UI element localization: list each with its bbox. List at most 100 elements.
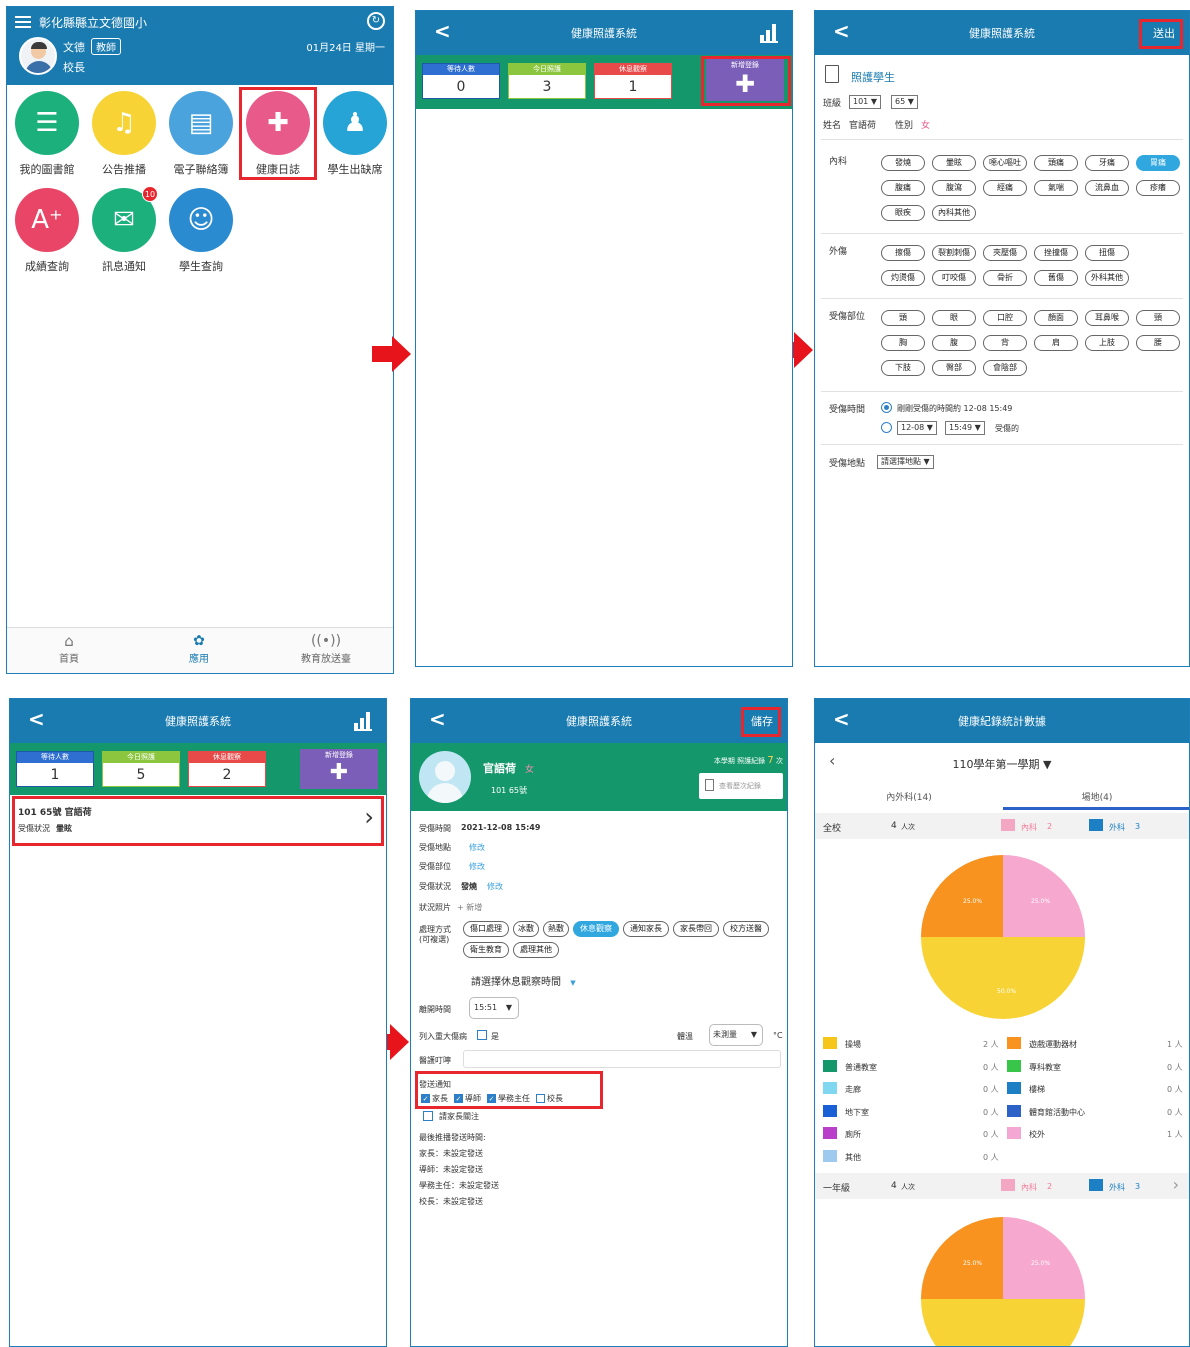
parent-note-checkbox[interactable] <box>423 1111 433 1121</box>
sync-icon[interactable]: ↻ <box>367 12 385 30</box>
notify-checkbox[interactable]: ✓ <box>454 1094 463 1103</box>
edit-link[interactable]: 修改 <box>469 842 485 853</box>
place-select[interactable]: 請選擇地點 ▼ <box>877 455 934 469</box>
app-tile[interactable]: ☺ 學生查詢 <box>167 188 235 276</box>
treatment-chip[interactable]: 校方送醫 <box>723 921 769 937</box>
option-chip[interactable]: 裂割刺傷 <box>932 245 976 261</box>
add-photo-button[interactable]: + 新增 <box>457 902 482 913</box>
nav-home[interactable]: ⌂ 首頁 <box>49 632 89 665</box>
option-chip[interactable]: 頸 <box>1136 310 1180 326</box>
app-tile[interactable]: ✉ 10 訊息通知 <box>90 186 158 276</box>
option-chip[interactable]: 外科其他 <box>1085 270 1129 286</box>
option-chip[interactable]: 胸 <box>881 335 925 351</box>
class-select[interactable]: 101 ▼ <box>849 95 881 109</box>
treatment-chip[interactable]: 通知家長 <box>623 921 669 937</box>
option-chip[interactable]: 上肢 <box>1085 335 1129 351</box>
option-chip[interactable]: 疹癢 <box>1136 180 1180 196</box>
time-hour-select[interactable]: 15:49 ▼ <box>945 421 985 435</box>
app-tile[interactable]: ✚ 健康日誌 <box>244 91 312 179</box>
option-chip[interactable]: 噁心嘔吐 <box>983 155 1027 171</box>
chart-icon[interactable] <box>354 711 372 731</box>
stat-resting[interactable]: 休息觀察 2 <box>188 751 266 787</box>
app-tile[interactable]: ▤ 電子聯絡簿 <box>167 91 235 179</box>
option-chip[interactable]: 擦傷 <box>881 245 925 261</box>
stat-waiting[interactable]: 等待人數 0 <box>422 63 500 99</box>
history-button[interactable]: 查看歷次紀錄 <box>699 773 783 799</box>
edit-link[interactable]: 修改 <box>487 881 503 892</box>
submit-button[interactable]: 送出 <box>1153 25 1175 41</box>
treatment-chip[interactable]: 休息觀察 <box>573 921 619 937</box>
notify-checkbox[interactable] <box>536 1094 545 1103</box>
stat-today[interactable]: 今日照護 3 <box>508 63 586 99</box>
time-date-select[interactable]: 12-08 ▼ <box>897 421 937 435</box>
option-chip[interactable]: 口腔 <box>983 310 1027 326</box>
add-entry-button[interactable]: 新增登錄 ✚ <box>300 749 378 789</box>
option-chip[interactable]: 舊傷 <box>1034 270 1078 286</box>
treatment-chip[interactable]: 傷口處理 <box>463 921 509 937</box>
add-entry-button[interactable]: 新增登錄 ✚ <box>706 59 784 101</box>
observe-prompt[interactable]: 請選擇休息觀察時間 ▼ <box>471 973 576 988</box>
option-chip[interactable]: 灼燙傷 <box>881 270 925 286</box>
edit-link[interactable]: 修改 <box>469 861 485 872</box>
option-chip[interactable]: 肩 <box>1034 335 1078 351</box>
app-tile[interactable]: A⁺ 成績查詢 <box>13 188 81 276</box>
time-radio-now[interactable] <box>881 402 892 413</box>
option-chip[interactable]: 背 <box>983 335 1027 351</box>
tab-place[interactable]: 場地(4) <box>1003 790 1189 803</box>
time-radio-custom[interactable] <box>881 422 892 433</box>
treatment-chip[interactable]: 衛生教育 <box>463 942 509 958</box>
option-chip[interactable]: 叮咬傷 <box>932 270 976 286</box>
notify-checkbox[interactable]: ✓ <box>421 1094 430 1103</box>
app-tile[interactable]: ♟ 學生出缺席 <box>321 91 389 179</box>
option-chip[interactable]: 暈眩 <box>932 155 976 171</box>
option-chip[interactable]: 挫撞傷 <box>1034 245 1078 261</box>
seat-select[interactable]: 65 ▼ <box>891 95 918 109</box>
list-item[interactable]: 101 65號 官語荷 受傷狀況 暈眩 › <box>14 799 382 843</box>
option-chip[interactable]: 頭 <box>881 310 925 326</box>
option-chip[interactable]: 流鼻血 <box>1085 180 1129 196</box>
grade-row[interactable]: 一年級 4 人次 內科 2 外科 3 › <box>815 1173 1189 1199</box>
notify-checkbox[interactable]: ✓ <box>487 1094 496 1103</box>
nav-broadcast[interactable]: ((•)) 教育放送臺 <box>291 632 361 665</box>
option-chip[interactable]: 夾壓傷 <box>983 245 1027 261</box>
option-chip[interactable]: 骨折 <box>983 270 1027 286</box>
option-chip[interactable]: 腰 <box>1136 335 1180 351</box>
option-chip[interactable]: 腹痛 <box>881 180 925 196</box>
treatment-chip[interactable]: 熱敷 <box>543 921 569 937</box>
option-chip[interactable]: 頭痛 <box>1034 155 1078 171</box>
stat-today[interactable]: 今日照護 5 <box>102 751 180 787</box>
app-tile[interactable]: ♫ 公告推播 <box>90 91 158 179</box>
treatment-chip[interactable]: 冰敷 <box>513 921 539 937</box>
app-tile[interactable]: ☰ 我的圖書館 <box>13 91 81 179</box>
note-input[interactable] <box>463 1050 781 1068</box>
temp-select[interactable]: 未測量 ▼ <box>709 1024 763 1046</box>
option-chip[interactable]: 經痛 <box>983 180 1027 196</box>
semester-select[interactable]: 110學年第一學期 ▼ <box>815 756 1189 772</box>
treatment-chip[interactable]: 處理其他 <box>513 942 559 958</box>
option-chip[interactable]: 牙痛 <box>1085 155 1129 171</box>
option-chip[interactable]: 扭傷 <box>1085 245 1129 261</box>
option-chip[interactable]: 發燒 <box>881 155 925 171</box>
option-chip[interactable]: 胃痛 <box>1136 155 1180 171</box>
option-chip[interactable]: 腹瀉 <box>932 180 976 196</box>
treatment-chip[interactable]: 家長帶回 <box>673 921 719 937</box>
serious-checkbox[interactable] <box>477 1030 487 1040</box>
option-chip[interactable]: 顏面 <box>1034 310 1078 326</box>
option-chip[interactable]: 下肢 <box>881 360 925 376</box>
option-chip[interactable]: 腹 <box>932 335 976 351</box>
nav-apps[interactable]: ✿ 應用 <box>179 632 219 665</box>
chart-icon[interactable] <box>760 23 778 43</box>
option-chip[interactable]: 會陰部 <box>983 360 1027 376</box>
option-chip[interactable]: 眼 <box>932 310 976 326</box>
save-button[interactable]: 儲存 <box>751 713 773 729</box>
option-chip[interactable]: 眼疾 <box>881 205 925 221</box>
stat-waiting[interactable]: 等待人數 1 <box>16 751 94 787</box>
menu-icon[interactable] <box>15 16 31 28</box>
leave-time-select[interactable]: 15:51 ▼ <box>469 997 519 1019</box>
option-chip[interactable]: 氣喘 <box>1034 180 1078 196</box>
tab-internal[interactable]: 內外科(14) <box>815 790 1003 803</box>
option-chip[interactable]: 耳鼻喉 <box>1085 310 1129 326</box>
stat-resting[interactable]: 休息觀察 1 <box>594 63 672 99</box>
option-chip[interactable]: 臀部 <box>932 360 976 376</box>
option-chip[interactable]: 內科其他 <box>932 205 976 221</box>
